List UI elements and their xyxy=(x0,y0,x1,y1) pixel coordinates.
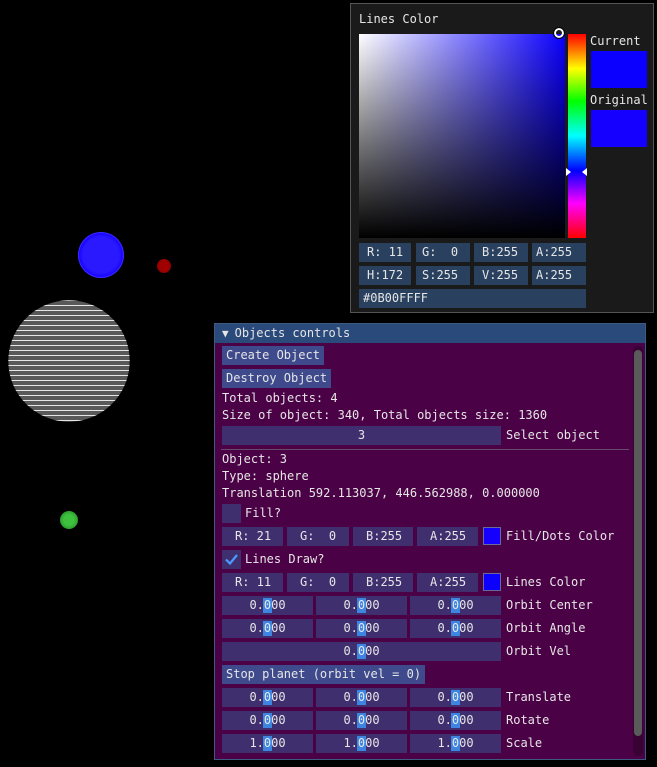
orbit-angle-z[interactable]: 0.000 xyxy=(410,619,501,638)
picker-s-field[interactable]: S:255 xyxy=(416,266,470,285)
picker-hex-field[interactable]: #0B00FFFF xyxy=(359,289,586,308)
translate-x[interactable]: 0.000 xyxy=(222,688,313,707)
object-translation-text: Translation 592.113037, 446.562988, 0.00… xyxy=(222,486,540,500)
orbit-vel-value: 0.000 xyxy=(343,644,380,658)
rotate-y-value: 0.000 xyxy=(343,713,380,727)
orbit-angle-z-value: 0.000 xyxy=(437,621,474,635)
lines-color-swatch[interactable] xyxy=(483,573,501,591)
orbit-angle-x[interactable]: 0.000 xyxy=(222,619,313,638)
select-object-input[interactable]: 3 xyxy=(222,426,501,445)
lines-g-field[interactable]: G: 0 xyxy=(287,573,349,592)
fill-checkbox[interactable] xyxy=(222,504,241,523)
original-label: Original xyxy=(590,93,648,107)
lines-a-field[interactable]: A:255 xyxy=(417,573,478,592)
select-object-label: Select object xyxy=(506,428,600,442)
window-title: Objects controls xyxy=(234,326,351,340)
green-sphere xyxy=(60,511,78,529)
scale-z[interactable]: 1.000 xyxy=(410,734,501,753)
orbit-angle-label: Orbit Angle xyxy=(506,621,586,635)
blue-sphere xyxy=(78,232,124,278)
lines-draw-label: Lines Draw? xyxy=(245,552,325,566)
create-object-button[interactable]: Create Object xyxy=(222,346,324,365)
lines-color-label: Lines Color xyxy=(506,575,586,589)
original-color-swatch[interactable] xyxy=(591,110,647,147)
fill-color-label: Fill/Dots Color xyxy=(506,529,615,543)
translate-x-value: 0.000 xyxy=(249,690,286,704)
orbit-angle-y-value: 0.000 xyxy=(343,621,380,635)
translate-z-value: 0.000 xyxy=(437,690,474,704)
saturation-value-square[interactable] xyxy=(359,34,565,238)
orbit-center-x-value: 0.000 xyxy=(249,598,286,612)
orbit-angle-y[interactable]: 0.000 xyxy=(316,619,407,638)
fill-g-field[interactable]: G: 0 xyxy=(287,527,349,546)
collapse-triangle-icon[interactable]: ▼ xyxy=(222,324,229,343)
scale-y[interactable]: 1.000 xyxy=(316,734,407,753)
destroy-object-button[interactable]: Destroy Object xyxy=(222,369,332,388)
hue-arrow-right[interactable] xyxy=(582,168,587,176)
translate-z[interactable]: 0.000 xyxy=(410,688,501,707)
rotate-z-value: 0.000 xyxy=(437,713,474,727)
fill-label: Fill? xyxy=(245,506,282,520)
orbit-center-label: Orbit Center xyxy=(506,598,593,612)
translate-y-value: 0.000 xyxy=(343,690,380,704)
picker-a-field[interactable]: A:255 xyxy=(532,243,586,262)
sv-cursor[interactable] xyxy=(553,27,565,39)
stop-planet-button[interactable]: Stop planet (orbit vel = 0) xyxy=(222,665,426,684)
picker-title: Lines Color xyxy=(359,12,439,26)
separator xyxy=(221,449,629,450)
picker-v-field[interactable]: V:255 xyxy=(474,266,528,285)
picker-h-field[interactable]: H:172 xyxy=(359,266,411,285)
lines-b-field[interactable]: B:255 xyxy=(353,573,413,592)
orbit-center-z[interactable]: 0.000 xyxy=(410,596,501,615)
scale-label: Scale xyxy=(506,736,543,750)
object-type-text: Type: sphere xyxy=(222,469,309,483)
lines-r-field[interactable]: R: 11 xyxy=(222,573,283,592)
scale-x[interactable]: 1.000 xyxy=(222,734,313,753)
rotate-y[interactable]: 0.000 xyxy=(316,711,407,730)
fill-b-field[interactable]: B:255 xyxy=(353,527,413,546)
window-title-bar[interactable]: ▼ Objects controls xyxy=(215,324,645,343)
picker-b-field[interactable]: B:255 xyxy=(474,243,528,262)
rotate-x[interactable]: 0.000 xyxy=(222,711,313,730)
object-number-text: Object: 3 xyxy=(222,452,288,466)
scale-z-value: 1.000 xyxy=(437,736,474,750)
orbit-center-z-value: 0.000 xyxy=(437,598,474,612)
fill-r-field[interactable]: R: 21 xyxy=(222,527,283,546)
orbit-vel-slider[interactable]: 0.000 xyxy=(222,642,501,661)
rotate-label: Rotate xyxy=(506,713,550,727)
picker-g-field[interactable]: G: 0 xyxy=(416,243,470,262)
rotate-x-value: 0.000 xyxy=(249,713,286,727)
picker-r-field[interactable]: R: 11 xyxy=(359,243,411,262)
checkmark-icon xyxy=(225,554,238,566)
current-label: Current xyxy=(590,34,641,48)
scale-y-value: 1.000 xyxy=(343,736,380,750)
lines-draw-checkbox[interactable] xyxy=(222,550,241,569)
size-info-text: Size of object: 340, Total objects size:… xyxy=(222,408,548,422)
fill-color-swatch[interactable] xyxy=(483,527,501,545)
orbit-angle-x-value: 0.000 xyxy=(249,621,286,635)
current-color-swatch xyxy=(591,51,647,88)
rotate-z[interactable]: 0.000 xyxy=(410,711,501,730)
translate-label: Translate xyxy=(506,690,572,704)
white-sphere xyxy=(8,300,130,422)
fill-a-field[interactable]: A:255 xyxy=(417,527,478,546)
objects-controls-window: ▼ Objects controls Create Object Destroy … xyxy=(214,323,646,760)
picker-a2-field[interactable]: A:255 xyxy=(532,266,586,285)
hue-arrow-left[interactable] xyxy=(566,168,571,176)
orbit-center-y-value: 0.000 xyxy=(343,598,380,612)
orbit-center-y[interactable]: 0.000 xyxy=(316,596,407,615)
total-objects-text: Total objects: 4 xyxy=(222,391,338,405)
scrollbar-thumb[interactable] xyxy=(634,350,642,736)
color-picker-popup: Lines Color Current Original R: 11 G: 0 … xyxy=(350,3,654,313)
translate-y[interactable]: 0.000 xyxy=(316,688,407,707)
red-sphere xyxy=(157,259,171,273)
hue-slider[interactable] xyxy=(568,34,586,238)
orbit-center-x[interactable]: 0.000 xyxy=(222,596,313,615)
orbit-vel-label: Orbit Vel xyxy=(506,644,572,658)
scale-x-value: 1.000 xyxy=(249,736,286,750)
